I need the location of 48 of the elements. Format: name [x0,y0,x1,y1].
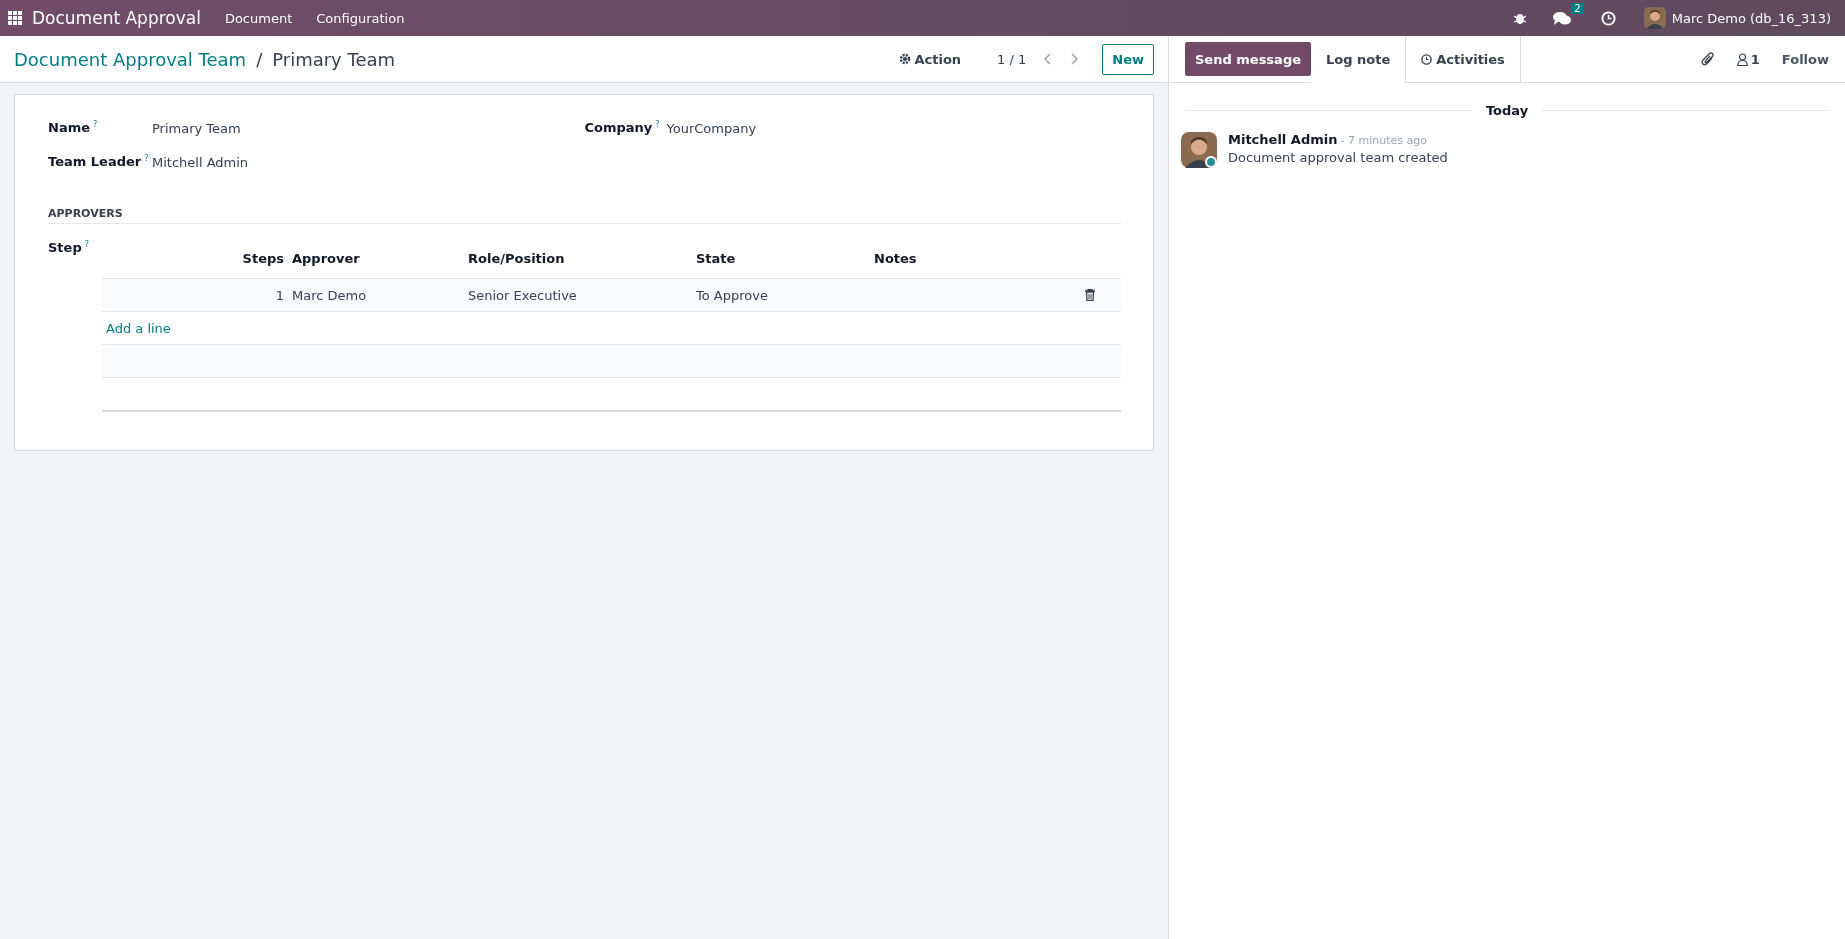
field-label: Name $^{?}$ [48,120,99,136]
paperclip-icon[interactable] [1700,51,1715,67]
follow-button[interactable]: Follow [1781,51,1829,67]
bug-icon[interactable] [1512,11,1527,25]
field-value[interactable]: Primary Team [152,120,241,136]
field-label: Company $^{?}$ [584,120,661,136]
field-label: Team Leader $^{?}$ [48,154,150,170]
followers-button[interactable]: 1 [1736,51,1760,67]
add-line-link[interactable]: Add a line [102,320,171,336]
menu-item[interactable]: Document [212,10,305,26]
apps-grid-icon[interactable] [8,11,22,25]
field-label: Step $^{?}$ [48,239,90,258]
user-avatar [1643,7,1666,29]
chatter-tab[interactable]: Log note [1311,36,1407,83]
column-header[interactable]: Notes [870,250,1085,266]
table-cell-text: To Approve [695,287,769,303]
breadcrumb-separator: / [256,48,263,70]
person-icon [1736,52,1748,66]
author-avatar [1181,132,1217,168]
user-name[interactable]: Marc Demo (db_16_313) [1671,10,1831,26]
message-count: 2 [1571,2,1584,14]
date-separator: Today [1485,103,1529,118]
column-header[interactable]: Approver [288,250,464,266]
column-header[interactable]: Steps [102,250,288,266]
column-header[interactable]: Role/Position [464,250,692,266]
menu-item[interactable]: Configuration [304,10,417,26]
clock-icon[interactable] [1600,10,1616,26]
field-value[interactable]: YourCompany [666,120,757,136]
pager-value[interactable]: 1 / 1 [997,51,1027,67]
app-name[interactable]: Document Approval [32,8,201,28]
clock-icon [1421,53,1433,65]
action-button[interactable]: Action [893,50,968,68]
chat-bubbles-icon[interactable] [1552,10,1571,26]
message-author: Mitchell Admin [1228,132,1338,147]
record-title: Primary Team [272,48,396,70]
table-cell-text: 1 [274,287,285,303]
gear-icon [899,53,912,65]
message-time: - 7 minutes ago [1340,134,1427,147]
trash-icon[interactable] [1085,289,1095,301]
column-header[interactable]: State [692,250,870,266]
table-cell-text: Marc Demo [291,287,368,303]
breadcrumb-link[interactable]: Document Approval Team [14,48,247,70]
new-button[interactable]: New [1102,43,1154,75]
send-message-button[interactable]: Send message [1185,42,1311,76]
table-cell-text: Senior Executive [467,287,578,303]
message-body: Document approval team created [1228,150,1448,165]
section-heading: APPROVERS [48,207,1121,224]
field-value[interactable]: Mitchell Admin [152,154,249,170]
